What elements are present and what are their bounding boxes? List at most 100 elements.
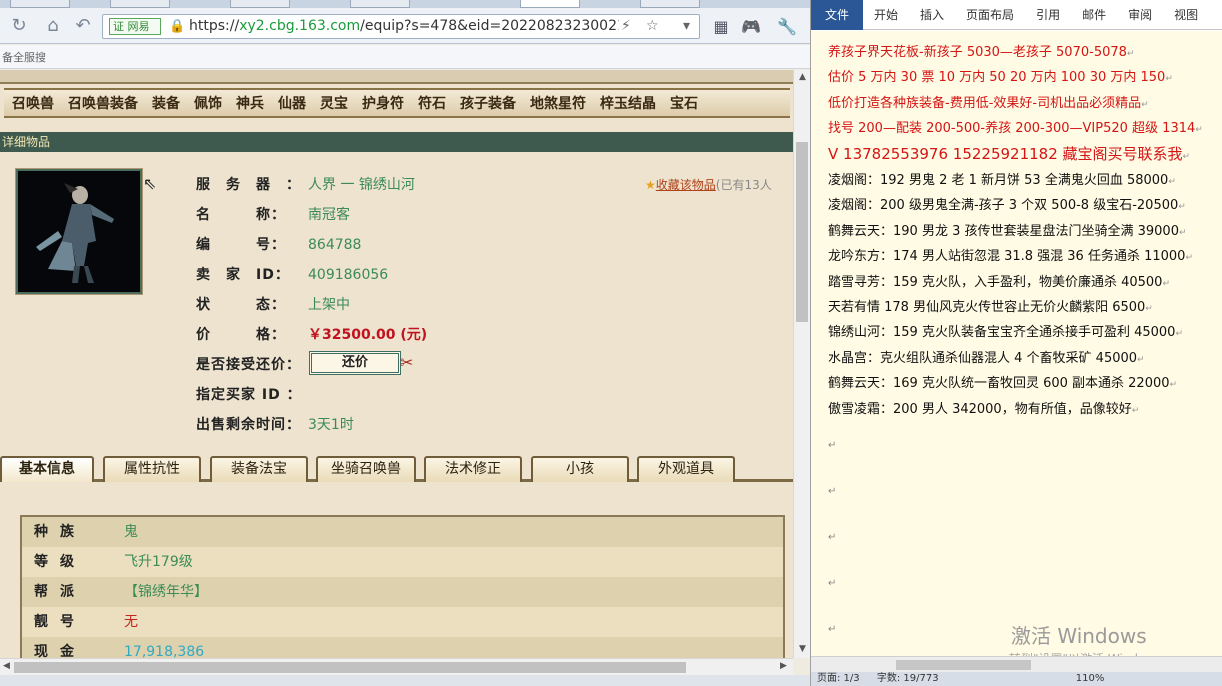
scroll-up-icon[interactable]: ▲ — [794, 72, 810, 82]
line-text: 养孩子界天花板-新孩子 5030—老孩子 5070-5078 — [828, 45, 1127, 60]
ribbon-tab[interactable]: 页面布局 — [955, 6, 1025, 23]
info-value: 上架中 — [308, 297, 350, 313]
line-text: 找号 200—配装 200-500-养孩 200-300—VIP520 超级 1… — [828, 121, 1196, 137]
home-icon[interactable]: ⌂ — [42, 15, 64, 37]
browser-tab[interactable] — [640, 0, 700, 8]
attr-label: 等级 — [34, 554, 86, 570]
tab-mounts[interactable]: 坐骑召唤兽 — [316, 456, 416, 482]
scroll-right-icon[interactable]: ▶ — [780, 661, 787, 671]
document-line: 踏雪寻芳：159 克火队，入手盈利，物美价廉通杀 40500↵ — [828, 271, 1222, 296]
word-window: 文件 开始 插入 页面布局 引用 邮件 审阅 视图 养孩子界天花板-新孩子 5030—老孩子 … — [810, 0, 1222, 686]
browser-tab[interactable] — [10, 0, 70, 8]
document-body[interactable]: 养孩子界天花板-新孩子 5030—老孩子 5070-5078↵ 估价 5 万内 3… — [811, 31, 1222, 656]
attr-label: 靓号 — [34, 614, 86, 630]
reload-icon[interactable]: ↻ — [8, 15, 30, 37]
horizontal-scrollbar[interactable]: ◀ ▶ — [0, 658, 793, 675]
category-item[interactable]: 装备 — [152, 93, 180, 113]
info-value: 864788 — [308, 237, 362, 253]
category-item[interactable]: 佩饰 — [194, 93, 222, 113]
paragraph-mark: ↵ — [1175, 329, 1183, 340]
line-text: 估价 5 万内 30 票 10 万内 50 20 万内 100 30 万内 15… — [828, 70, 1166, 86]
ribbon-tab[interactable]: 审阅 — [1117, 6, 1163, 23]
bookmark-item[interactable]: 备全服搜 — [2, 51, 46, 64]
line-text: V 13782553976 15225921182 藏宝阁买号联系我 — [828, 144, 1183, 163]
category-item[interactable]: 梓玉结晶 — [600, 93, 656, 113]
info-label: 状 态： — [196, 297, 286, 313]
line-text: 低价打造各种族装备-费用低-效果好-司机出品必须精品 — [828, 95, 1142, 111]
document-line: 水晶宫：克火组队通杀仙器混人 4 个畜牧采矿 45000↵ — [828, 347, 1222, 372]
table-row: 种族 鬼 — [22, 517, 783, 547]
category-item[interactable]: 灵宝 — [320, 93, 348, 113]
category-item[interactable]: 神兵 — [236, 93, 264, 113]
vertical-scrollbar[interactable]: ▲ ▼ — [793, 70, 810, 658]
document-line: 傲雪凌霜：200 男人 342000，物有所值，品像较好↵ — [828, 398, 1222, 423]
page-top-band — [0, 70, 793, 84]
scroll-thumb[interactable] — [896, 660, 1031, 670]
empty-paragraph: ↵ — [828, 440, 837, 452]
browser-tab[interactable] — [230, 0, 290, 8]
paragraph-mark: ↵ — [1162, 278, 1170, 289]
paragraph-mark: ↵ — [1182, 151, 1191, 162]
favorite-label[interactable]: 收藏该物品 — [656, 178, 716, 192]
ribbon-tabs: 文件 开始 插入 页面布局 引用 邮件 审阅 视图 — [811, 0, 1222, 30]
browser-tab[interactable] — [350, 0, 410, 8]
ribbon-tab[interactable]: 文件 — [811, 0, 864, 30]
info-row-seller: 卖 家 ID： 409186056 — [196, 264, 388, 286]
scroll-thumb[interactable] — [14, 662, 686, 673]
ribbon-tab[interactable]: 视图 — [1163, 6, 1209, 23]
tab-children[interactable]: 小孩 — [531, 456, 629, 482]
undo-icon[interactable]: ↶ — [72, 15, 94, 37]
table-row: 帮派 【锦绣年华】 — [22, 577, 783, 607]
page-count[interactable]: 页面: 1/3 — [817, 673, 860, 684]
ribbon-tab[interactable]: 引用 — [1025, 6, 1071, 23]
info-row-name: 名 称： 南冠客 — [196, 204, 350, 226]
wrench-icon[interactable]: 🔧 — [776, 17, 798, 37]
tab-appearance[interactable]: 外观道具 — [637, 456, 735, 482]
info-value: 人界 一 锦绣山河 — [308, 177, 415, 193]
browser-window: ↻ ⌂ ↶ 证 网易 🔒 https://xy2.cbg.163.com/equ… — [0, 0, 810, 686]
counter-offer-button[interactable]: 还价 — [309, 351, 401, 375]
tab-attributes[interactable]: 属性抗性 — [103, 456, 201, 482]
ribbon-tab[interactable]: 邮件 — [1071, 6, 1117, 23]
category-item[interactable]: 召唤兽 — [12, 93, 54, 113]
category-item[interactable]: 地煞星符 — [530, 93, 586, 113]
info-label: 指定买家 ID ： — [196, 387, 302, 403]
scroll-thumb[interactable] — [796, 142, 808, 322]
word-count[interactable]: 字数: 19/773 — [877, 673, 939, 684]
paragraph-mark: ↵ — [1165, 74, 1173, 85]
category-item[interactable]: 护身符 — [362, 93, 404, 113]
ribbon-tab[interactable]: 开始 — [863, 6, 909, 23]
category-item[interactable]: 孩子装备 — [460, 93, 516, 113]
gamepad-icon[interactable]: 🎮 — [740, 17, 762, 37]
tab-equipment[interactable]: 装备法宝 — [210, 456, 308, 482]
browser-tab[interactable] — [110, 0, 170, 8]
category-item[interactable]: 宝石 — [670, 93, 698, 113]
document-line: 鹤舞云天：190 男龙 3 孩传世套装星盘法门坐骑全满 39000↵ — [828, 220, 1222, 245]
tab-basic-info[interactable]: 基本信息 — [0, 456, 94, 482]
word-horizontal-scrollbar[interactable] — [811, 656, 1222, 672]
scroll-left-icon[interactable]: ◀ — [3, 661, 10, 671]
star-icon[interactable]: ☆ — [646, 18, 659, 34]
category-item[interactable]: 仙器 — [278, 93, 306, 113]
paragraph-mark: ↵ — [1178, 202, 1186, 213]
line-text: 天若有情 178 男仙风克火传世容止无价火麟紫阳 6500 — [828, 300, 1146, 316]
line-text: 龙吟东方：174 男人站街忽混 31.8 强混 36 任务通杀 11000 — [828, 249, 1186, 265]
browser-tab-active[interactable] — [520, 0, 580, 8]
favorite-link[interactable]: ★收藏该物品(已有13人 — [645, 176, 772, 193]
document-line: 鹤舞云天：169 克火队统一畜牧回灵 600 副本通杀 22000↵ — [828, 372, 1222, 397]
chevron-down-icon[interactable]: ▾ — [683, 18, 690, 34]
ribbon-tab[interactable]: 插入 — [909, 6, 955, 23]
info-label: 编 号： — [196, 237, 286, 253]
zoom-level[interactable]: 110% — [1076, 673, 1105, 684]
url-input[interactable]: 证 网易 🔒 https://xy2.cbg.163.com/equip?s=4… — [102, 14, 700, 39]
grid-icon[interactable]: ▦ — [710, 17, 732, 37]
category-item[interactable]: 符石 — [418, 93, 446, 113]
word-status-bar: 页面: 1/3 字数: 19/773 110% — [811, 672, 1222, 686]
category-item[interactable]: 召唤兽装备 — [68, 93, 138, 113]
tab-spells[interactable]: 法术修正 — [424, 456, 522, 482]
table-row: 现金 17,918,386 — [22, 637, 783, 658]
character-figure — [36, 183, 114, 283]
attribute-table: 种族 鬼 等级 飞升179级 帮派 【锦绣年华】 靓号 无 现金 17,918,386 — [20, 515, 785, 658]
lightning-icon[interactable]: ⚡ — [621, 18, 631, 34]
scroll-down-icon[interactable]: ▼ — [794, 644, 810, 654]
